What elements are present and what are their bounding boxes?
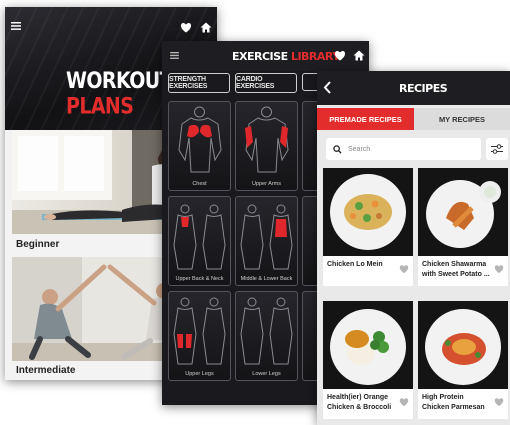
- muscle-label: Chest: [192, 181, 207, 187]
- muscle-label: Upper Arms: [251, 181, 282, 187]
- muscle-group-middle-lower-back[interactable]: Middle & Lower Back: [235, 196, 298, 286]
- muscle-group-upper-back-neck[interactable]: Upper Back & Neck: [168, 196, 231, 286]
- tab-strength-exercises[interactable]: STRENGTH EXERCISES: [168, 73, 230, 93]
- muscle-label: Upper Back & Neck: [175, 276, 224, 282]
- recipes-screen: RECIPES PREMADE RECIPES MY RECIPES Searc…: [317, 71, 510, 425]
- heart-icon[interactable]: [334, 50, 346, 61]
- recipe-name: Chicken Lo Mein: [327, 261, 383, 268]
- home-icon[interactable]: [200, 21, 212, 33]
- recipe-card-chicken-lo-mein[interactable]: Chicken Lo Mein: [323, 168, 413, 286]
- heart-icon[interactable]: [399, 264, 409, 274]
- menu-icon[interactable]: [11, 22, 21, 30]
- filter-sliders-icon: [491, 144, 503, 154]
- menu-icon[interactable]: [170, 52, 179, 59]
- recipes-header: RECIPES: [317, 71, 510, 105]
- heart-icon[interactable]: [399, 397, 409, 407]
- plan-label-beginner: Beginner: [16, 239, 60, 250]
- search-placeholder: Search: [348, 145, 371, 153]
- tab-cardio-exercises[interactable]: CARDIO EXERCISES: [235, 73, 297, 93]
- muscle-label: Upper Legs: [185, 371, 214, 377]
- recipe-image: [323, 168, 413, 256]
- muscle-label: Middle & Lower Back: [240, 276, 293, 282]
- recipe-name: Chicken Shawarma with Sweet Potato ...: [422, 261, 490, 278]
- filter-button[interactable]: [486, 138, 508, 160]
- page-title: RECIPES: [399, 82, 448, 95]
- recipe-card-chicken-shawarma[interactable]: Chicken Shawarma with Sweet Potato ...: [418, 168, 508, 286]
- recipe-card-orange-chicken[interactable]: Health(ier) Orange Chicken & Broccoli: [323, 301, 413, 419]
- plan-label-intermediate: Intermediate: [16, 365, 76, 376]
- recipe-image: [418, 168, 508, 256]
- back-icon[interactable]: [323, 81, 332, 94]
- heart-icon[interactable]: [494, 264, 504, 274]
- search-input[interactable]: Search: [326, 138, 481, 160]
- tab-my-recipes[interactable]: MY RECIPES: [414, 108, 510, 130]
- muscle-group-lower-legs[interactable]: Lower Legs: [235, 291, 298, 381]
- search-icon: [333, 144, 342, 154]
- recipe-image: [418, 301, 508, 389]
- tab-premade-recipes[interactable]: PREMADE RECIPES: [317, 108, 414, 130]
- page-title: EXERCISE LIBRARY: [232, 50, 340, 63]
- recipe-name: High Protein Chicken Parmesan: [422, 394, 485, 411]
- library-header: EXERCISE LIBRARY: [162, 41, 369, 71]
- recipe-card-chicken-parmesan[interactable]: High Protein Chicken Parmesan: [418, 301, 508, 419]
- recipe-name: Health(ier) Orange Chicken & Broccoli: [327, 394, 392, 411]
- home-icon[interactable]: [353, 50, 365, 61]
- muscle-group-upper-legs[interactable]: Upper Legs: [168, 291, 231, 381]
- heart-icon[interactable]: [494, 397, 504, 407]
- heart-icon[interactable]: [180, 21, 192, 33]
- muscle-group-upper-arms[interactable]: Upper Arms: [235, 101, 298, 191]
- muscle-group-chest[interactable]: Chest: [168, 101, 231, 191]
- muscle-label: Lower Legs: [252, 371, 281, 377]
- recipe-image: [323, 301, 413, 389]
